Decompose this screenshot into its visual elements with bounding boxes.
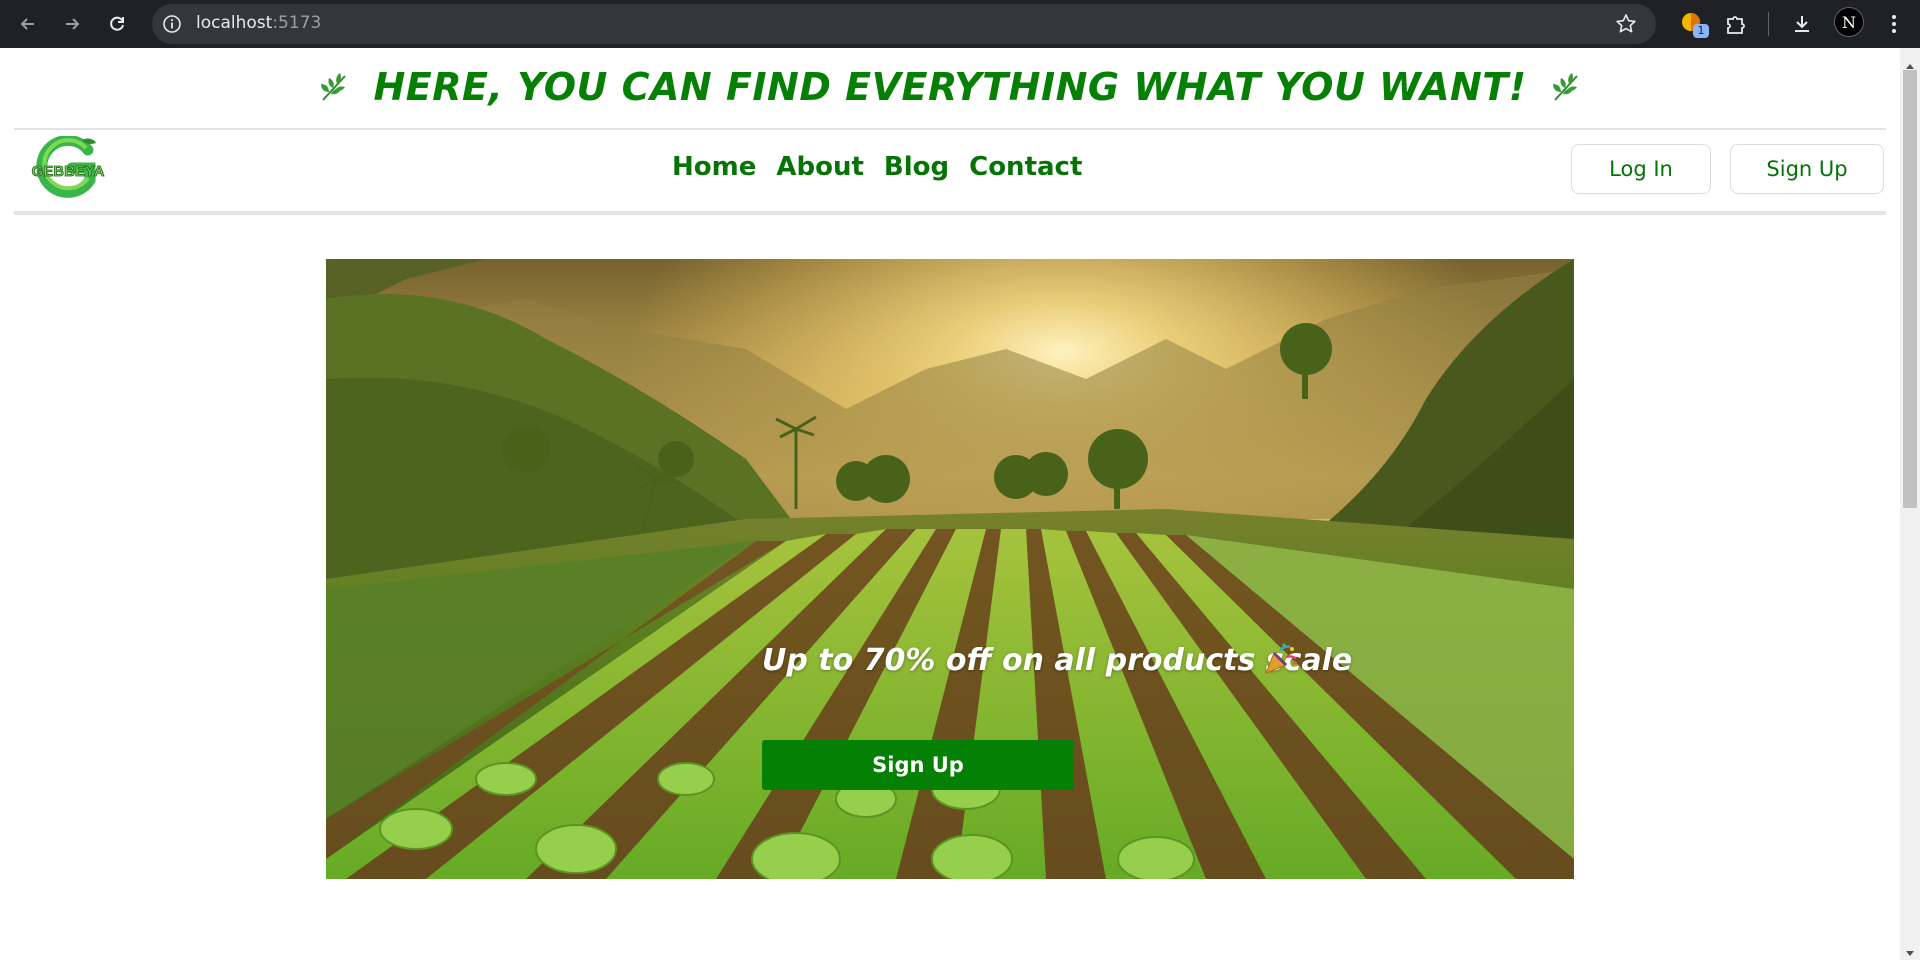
hero-banner: Up to 70% off on all products scale Sign…	[326, 259, 1574, 879]
extension-badge: 1	[1693, 24, 1709, 38]
navbar-divider	[14, 211, 1886, 215]
nav-home[interactable]: Home	[672, 152, 756, 182]
page-scrollbar[interactable]	[1900, 48, 1920, 960]
puzzle-icon[interactable]	[1720, 8, 1752, 40]
hero-signup-button[interactable]: Sign Up	[762, 740, 1074, 790]
browser-toolbar: localhost:5173 1 N	[0, 0, 1920, 48]
bookmark-star-icon[interactable]	[1614, 12, 1638, 36]
forward-arrow-icon[interactable]	[56, 8, 88, 40]
leaf-icon	[1552, 73, 1578, 101]
reload-icon[interactable]	[101, 8, 133, 40]
address-bar[interactable]: localhost:5173	[152, 4, 1656, 44]
site-info-icon[interactable]	[162, 14, 182, 34]
scroll-down-arrow-icon[interactable]	[1906, 951, 1914, 956]
signup-button[interactable]: Sign Up	[1730, 144, 1884, 194]
toolbar-separator	[1768, 12, 1769, 36]
logo-text: GEBBEYA	[32, 163, 105, 180]
scrollbar-thumb[interactable]	[1903, 70, 1917, 508]
scroll-up-arrow-icon[interactable]	[1906, 64, 1914, 69]
promo-text: HERE, YOU CAN FIND EVERYTHING WHAT YOU W…	[373, 65, 1527, 109]
nav-blog[interactable]: Blog	[884, 152, 949, 182]
nav-contact[interactable]: Contact	[969, 152, 1082, 182]
url-text[interactable]: localhost:5173	[196, 13, 321, 33]
kebab-menu-icon[interactable]	[1878, 8, 1910, 40]
leaf-icon	[321, 73, 347, 101]
main-menu: Home About Blog Contact	[672, 152, 1082, 182]
profile-avatar[interactable]: N	[1834, 7, 1864, 37]
party-popper-icon	[1265, 643, 1297, 674]
nav-about[interactable]: About	[776, 152, 864, 182]
gebbeya-logo[interactable]: GEBBEYA	[20, 136, 116, 200]
page: HERE, YOU CAN FIND EVERYTHING WHAT YOU W…	[0, 48, 1900, 960]
extension-icon[interactable]: 1	[1676, 8, 1709, 40]
navbar: GEBBEYA Home About Blog Contact Log In S…	[14, 130, 1886, 214]
back-arrow-icon[interactable]	[12, 8, 44, 40]
download-icon[interactable]	[1786, 8, 1818, 40]
promo-banner: HERE, YOU CAN FIND EVERYTHING WHAT YOU W…	[0, 62, 1900, 112]
login-button[interactable]: Log In	[1571, 144, 1711, 194]
